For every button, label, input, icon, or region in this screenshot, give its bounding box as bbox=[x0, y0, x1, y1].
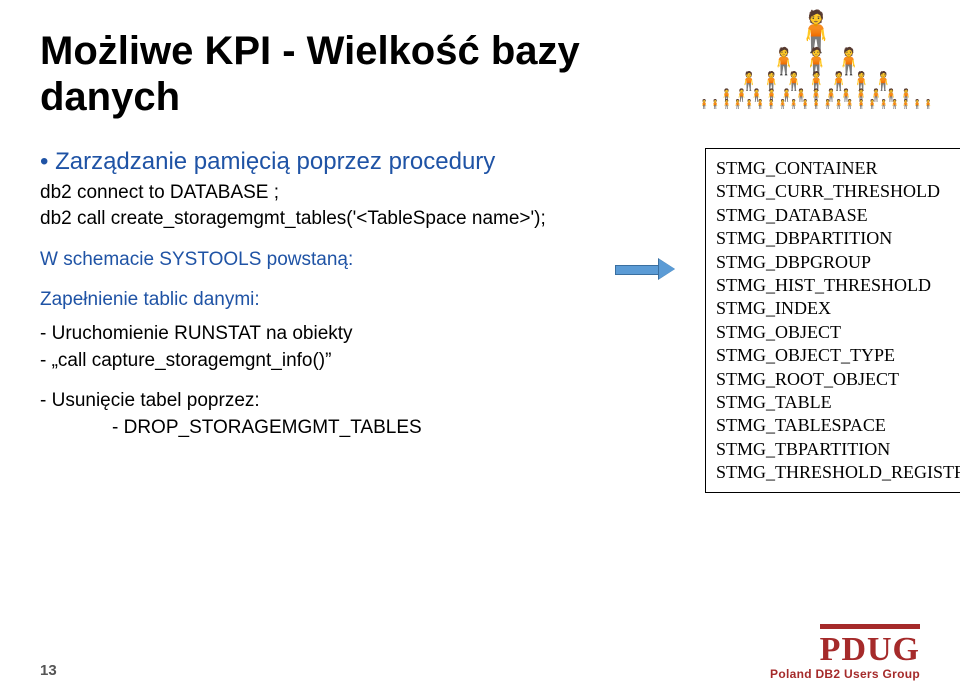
fill-item-1: - Uruchomienie RUNSTAT na obiekty bbox=[40, 321, 585, 348]
stmg-line: STMG_HIST_THRESHOLD bbox=[716, 274, 960, 297]
stmg-line: STMG_CURR_THRESHOLD bbox=[716, 180, 960, 203]
stmg-line: STMG_THRESHOLD_REGISTRY bbox=[716, 461, 960, 484]
people-graphic: 🧍 🧍🧍🧍 🧍🧍🧍🧍🧍🧍🧍 🧍🧍🧍🧍🧍🧍🧍🧍🧍🧍🧍🧍🧍 🧍🧍🧍🧍🧍🧍🧍🧍🧍🧍🧍🧍… bbox=[699, 14, 934, 108]
fill-item-2: - „call capture_storagemgnt_info()” bbox=[40, 348, 585, 375]
page-number: 13 bbox=[40, 662, 57, 679]
arrow-right-icon bbox=[615, 260, 675, 278]
fill-heading: Zapełnienie tablic danymi: bbox=[40, 289, 585, 311]
stmg-line: STMG_TBPARTITION bbox=[716, 438, 960, 461]
stmg-line: STMG_CONTAINER bbox=[716, 157, 960, 180]
title-line-1: Możliwe KPI - Wielkość bazy bbox=[40, 29, 580, 73]
delete-block: - Usunięcie tabel poprzez: - DROP_STORAG… bbox=[40, 388, 585, 441]
stmg-line: STMG_OBJECT bbox=[716, 321, 960, 344]
stmg-line: STMG_INDEX bbox=[716, 297, 960, 320]
stmg-table-box: STMG_CONTAINER STMG_CURR_THRESHOLD STMG_… bbox=[705, 148, 960, 493]
arrow-cell bbox=[615, 148, 675, 278]
slide: 🧍 🧍🧍🧍 🧍🧍🧍🧍🧍🧍🧍 🧍🧍🧍🧍🧍🧍🧍🧍🧍🧍🧍🧍🧍 🧍🧍🧍🧍🧍🧍🧍🧍🧍🧍🧍🧍… bbox=[0, 0, 960, 699]
logo-text: PDUG bbox=[820, 631, 920, 668]
code-line-1: db2 connect to DATABASE ; bbox=[40, 180, 585, 206]
stmg-line: STMG_DATABASE bbox=[716, 204, 960, 227]
bullet-heading: • Zarządzanie pamięcią poprzez procedury bbox=[40, 148, 585, 176]
fill-list: - Uruchomienie RUNSTAT na obiekty - „cal… bbox=[40, 321, 585, 374]
delete-heading: - Usunięcie tabel poprzez: bbox=[40, 388, 585, 415]
title-line-2: danych bbox=[40, 75, 180, 119]
person-icon: 🧍🧍🧍🧍🧍🧍🧍🧍🧍🧍🧍🧍🧍🧍🧍🧍🧍🧍🧍🧍🧍 bbox=[699, 100, 934, 108]
code-line-2: db2 call create_storagemgmt_tables('<Tab… bbox=[40, 206, 585, 232]
stmg-line: STMG_DBPGROUP bbox=[716, 251, 960, 274]
stmg-line: STMG_DBPARTITION bbox=[716, 227, 960, 250]
code-block: db2 connect to DATABASE ; db2 call creat… bbox=[40, 180, 585, 231]
stmg-line: STMG_OBJECT_TYPE bbox=[716, 344, 960, 367]
schema-line: W schemacie SYSTOOLS powstaną: bbox=[40, 249, 585, 271]
content-row: • Zarządzanie pamięcią poprzez procedury… bbox=[40, 148, 920, 493]
person-icon: 🧍🧍🧍 bbox=[699, 50, 934, 73]
footer-logo: PDUG Poland DB2 Users Group bbox=[770, 624, 920, 681]
stmg-line: STMG_ROOT_OBJECT bbox=[716, 368, 960, 391]
stmg-line: STMG_TABLE bbox=[716, 391, 960, 414]
person-icon: 🧍 bbox=[699, 14, 934, 50]
delete-item: - DROP_STORAGEMGMT_TABLES bbox=[40, 415, 585, 442]
logo-tagline: Poland DB2 Users Group bbox=[770, 667, 920, 681]
stmg-line: STMG_TABLESPACE bbox=[716, 414, 960, 437]
left-column: • Zarządzanie pamięcią poprzez procedury… bbox=[40, 148, 585, 456]
logo-brand: PDUG bbox=[820, 624, 920, 669]
